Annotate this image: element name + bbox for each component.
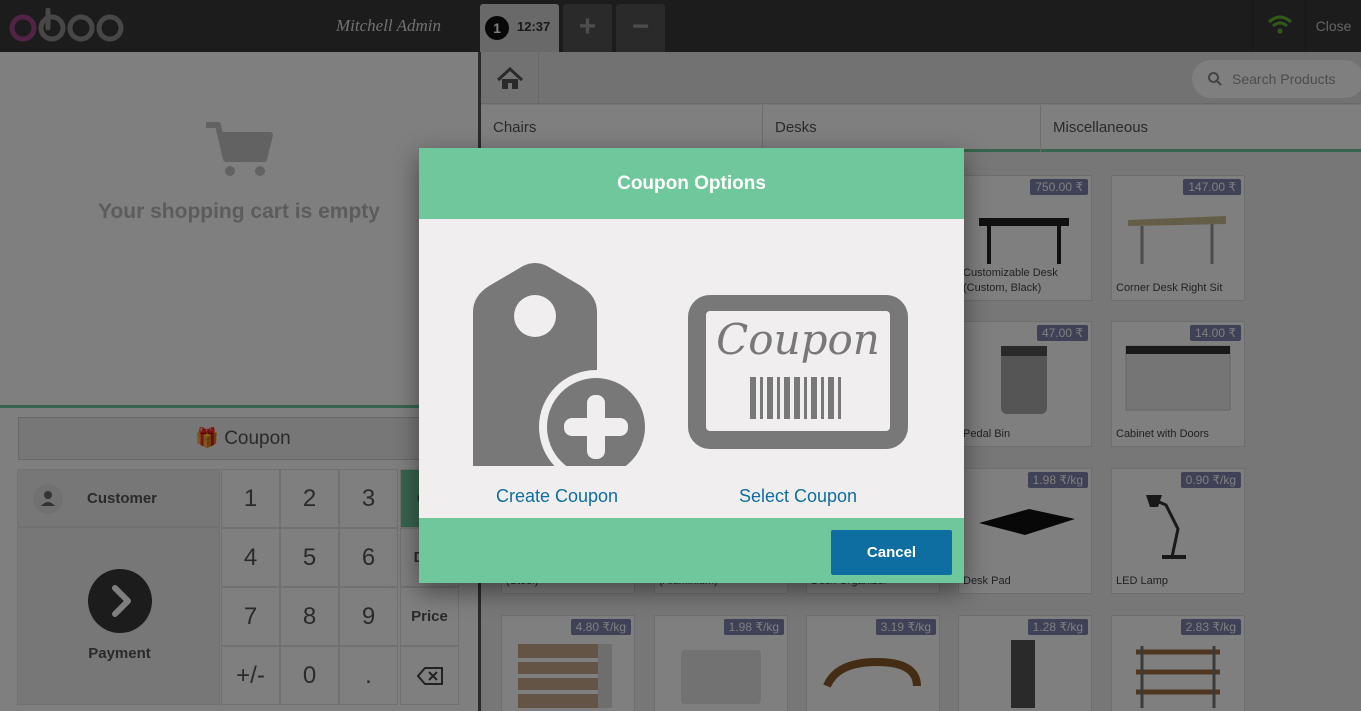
coupon-options-dialog: Coupon Options Create Coupon Coupon Sele…	[419, 148, 964, 583]
tag-plus-icon	[473, 263, 653, 466]
barcode-icon	[750, 377, 841, 419]
create-coupon-link[interactable]: Create Coupon	[437, 486, 677, 507]
select-coupon-option[interactable]: Coupon Select Coupon	[678, 258, 918, 518]
cancel-button[interactable]: Cancel	[831, 530, 952, 575]
select-coupon-link[interactable]: Select Coupon	[678, 486, 918, 507]
dialog-footer: Cancel	[419, 518, 964, 583]
coupon-card-icon: Coupon	[688, 295, 908, 449]
coupon-card-text: Coupon	[716, 315, 880, 364]
create-coupon-option[interactable]: Create Coupon	[437, 258, 677, 518]
dialog-title: Coupon Options	[419, 148, 964, 219]
